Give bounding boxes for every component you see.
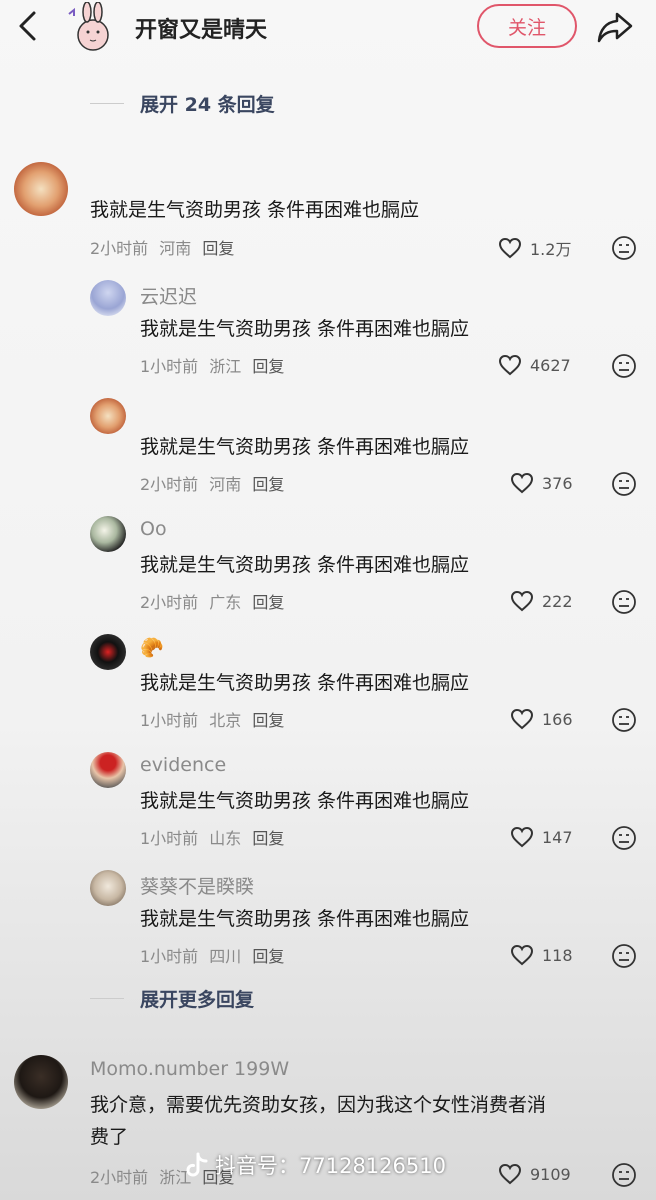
reply-button[interactable]: 回复 <box>252 475 284 494</box>
reply-location: 河南 <box>209 475 242 494</box>
reply-meta: 1小时前 浙江 回复 <box>140 353 290 377</box>
expand-replies-link[interactable]: 展开 24 条回复 <box>90 90 275 117</box>
share-icon[interactable] <box>596 10 634 44</box>
author-name[interactable]: 开窗又是晴天 <box>135 12 267 44</box>
reply-button[interactable]: 回复 <box>252 593 284 612</box>
reply-text: 我就是生气资助男孩 条件再困难也膈应 <box>140 908 470 930</box>
reply-button[interactable]: 回复 <box>252 829 284 848</box>
dislike-icon[interactable] <box>611 707 637 733</box>
like-count: 4627 <box>530 355 571 375</box>
reply-avatar[interactable] <box>90 752 126 788</box>
dislike-icon[interactable] <box>611 235 637 261</box>
like-button[interactable]: 118 <box>510 944 573 966</box>
reply-username[interactable]: Oo <box>140 518 167 540</box>
comment-text: 我就是生气资助男孩 条件再困难也膈应 <box>90 199 420 221</box>
reply-location: 山东 <box>209 829 242 848</box>
divider-line <box>90 103 124 104</box>
reply-button[interactable]: 回复 <box>252 711 284 730</box>
reply-time: 2小时前 <box>140 593 199 612</box>
heart-icon <box>510 944 534 966</box>
reply-time: 1小时前 <box>140 711 199 730</box>
reply-time: 1小时前 <box>140 829 199 848</box>
heart-icon <box>510 826 534 848</box>
like-count: 222 <box>542 591 573 611</box>
like-button[interactable]: 9109 <box>498 1163 571 1185</box>
reply-location: 广东 <box>209 593 242 612</box>
like-count: 147 <box>542 827 573 847</box>
douyin-watermark: 抖音号：77128126510 <box>185 1150 446 1180</box>
reply-time: 1小时前 <box>140 947 199 966</box>
reply-button[interactable]: 回复 <box>252 947 284 966</box>
reply-username[interactable]: 云迟迟 <box>140 282 197 309</box>
comment-time: 2小时前 <box>90 1168 149 1187</box>
like-button[interactable]: 1.2万 <box>498 236 571 260</box>
watermark-text: 抖音号：77128126510 <box>215 1154 446 1178</box>
like-button[interactable]: 222 <box>510 590 573 612</box>
commenter-avatar[interactable] <box>14 162 68 216</box>
reply-meta: 1小时前 四川 回复 <box>140 943 290 967</box>
heart-icon <box>498 1163 522 1185</box>
reply-meta: 2小时前 广东 回复 <box>140 589 290 613</box>
like-count: 9109 <box>530 1164 571 1184</box>
heart-icon <box>510 472 534 494</box>
reply-time: 2小时前 <box>140 475 199 494</box>
heart-icon <box>498 354 522 376</box>
comment-meta: 2小时前 河南 回复 <box>90 235 240 259</box>
like-count: 166 <box>542 709 573 729</box>
commenter-avatar[interactable] <box>14 1055 68 1109</box>
reply-text: 我就是生气资助男孩 条件再困难也膈应 <box>140 790 470 812</box>
comment-text-line2: 费了 <box>90 1126 129 1148</box>
reply-text: 我就是生气资助男孩 条件再困难也膈应 <box>140 318 470 340</box>
divider-line <box>90 998 124 999</box>
comment-location: 河南 <box>159 239 192 258</box>
heart-icon <box>498 237 522 259</box>
reply-meta: 1小时前 北京 回复 <box>140 707 290 731</box>
dislike-icon[interactable] <box>611 471 637 497</box>
dislike-icon[interactable] <box>611 589 637 615</box>
reply-text: 我就是生气资助男孩 条件再困难也膈应 <box>140 672 470 694</box>
dislike-icon[interactable] <box>611 353 637 379</box>
reply-location: 浙江 <box>209 357 242 376</box>
reply-meta: 1小时前 山东 回复 <box>140 825 290 849</box>
like-count: 118 <box>542 945 573 965</box>
reply-username[interactable]: evidence <box>140 754 226 776</box>
dislike-icon[interactable] <box>611 825 637 851</box>
author-avatar[interactable] <box>66 2 116 54</box>
reply-avatar[interactable] <box>90 870 126 906</box>
reply-time: 1小时前 <box>140 357 199 376</box>
like-button[interactable]: 147 <box>510 826 573 848</box>
expand-more-link[interactable]: 展开更多回复 <box>90 985 254 1012</box>
heart-icon <box>510 708 534 730</box>
reply-username[interactable]: 葵葵不是睽睽 <box>140 872 254 899</box>
like-button[interactable]: 166 <box>510 708 573 730</box>
dislike-icon[interactable] <box>611 943 637 969</box>
reply-username[interactable]: 🥐 <box>140 636 164 659</box>
reply-avatar[interactable] <box>90 398 126 434</box>
reply-text: 我就是生气资助男孩 条件再困难也膈应 <box>140 436 470 458</box>
reply-meta: 2小时前 河南 回复 <box>140 471 290 495</box>
like-count: 376 <box>542 473 573 493</box>
reply-avatar[interactable] <box>90 516 126 552</box>
reply-avatar[interactable] <box>90 280 126 316</box>
douyin-logo-icon <box>186 1152 208 1177</box>
reply-button[interactable]: 回复 <box>202 239 234 258</box>
reply-button[interactable]: 回复 <box>252 357 284 376</box>
follow-button[interactable]: 关注 <box>477 4 577 48</box>
dislike-icon[interactable] <box>611 1162 637 1188</box>
reply-text: 我就是生气资助男孩 条件再困难也膈应 <box>140 554 470 576</box>
top-bar: 开窗又是晴天 关注 <box>0 0 656 56</box>
expand-more-label: 展开更多回复 <box>140 989 255 1011</box>
reply-location: 四川 <box>209 947 242 966</box>
comment-text-line1: 我介意，需要优先资助女孩，因为我这个女性消费者消 <box>90 1094 547 1116</box>
like-button[interactable]: 4627 <box>498 354 571 376</box>
like-button[interactable]: 376 <box>510 472 573 494</box>
like-count: 1.2万 <box>530 240 572 259</box>
comment-time: 2小时前 <box>90 239 149 258</box>
commenter-username[interactable]: Momo.number 199W <box>90 1058 289 1080</box>
reply-location: 北京 <box>209 711 242 730</box>
expand-replies-label: 展开 24 条回复 <box>140 94 275 116</box>
heart-icon <box>510 590 534 612</box>
back-arrow-icon[interactable] <box>14 10 42 42</box>
reply-avatar[interactable] <box>90 634 126 670</box>
